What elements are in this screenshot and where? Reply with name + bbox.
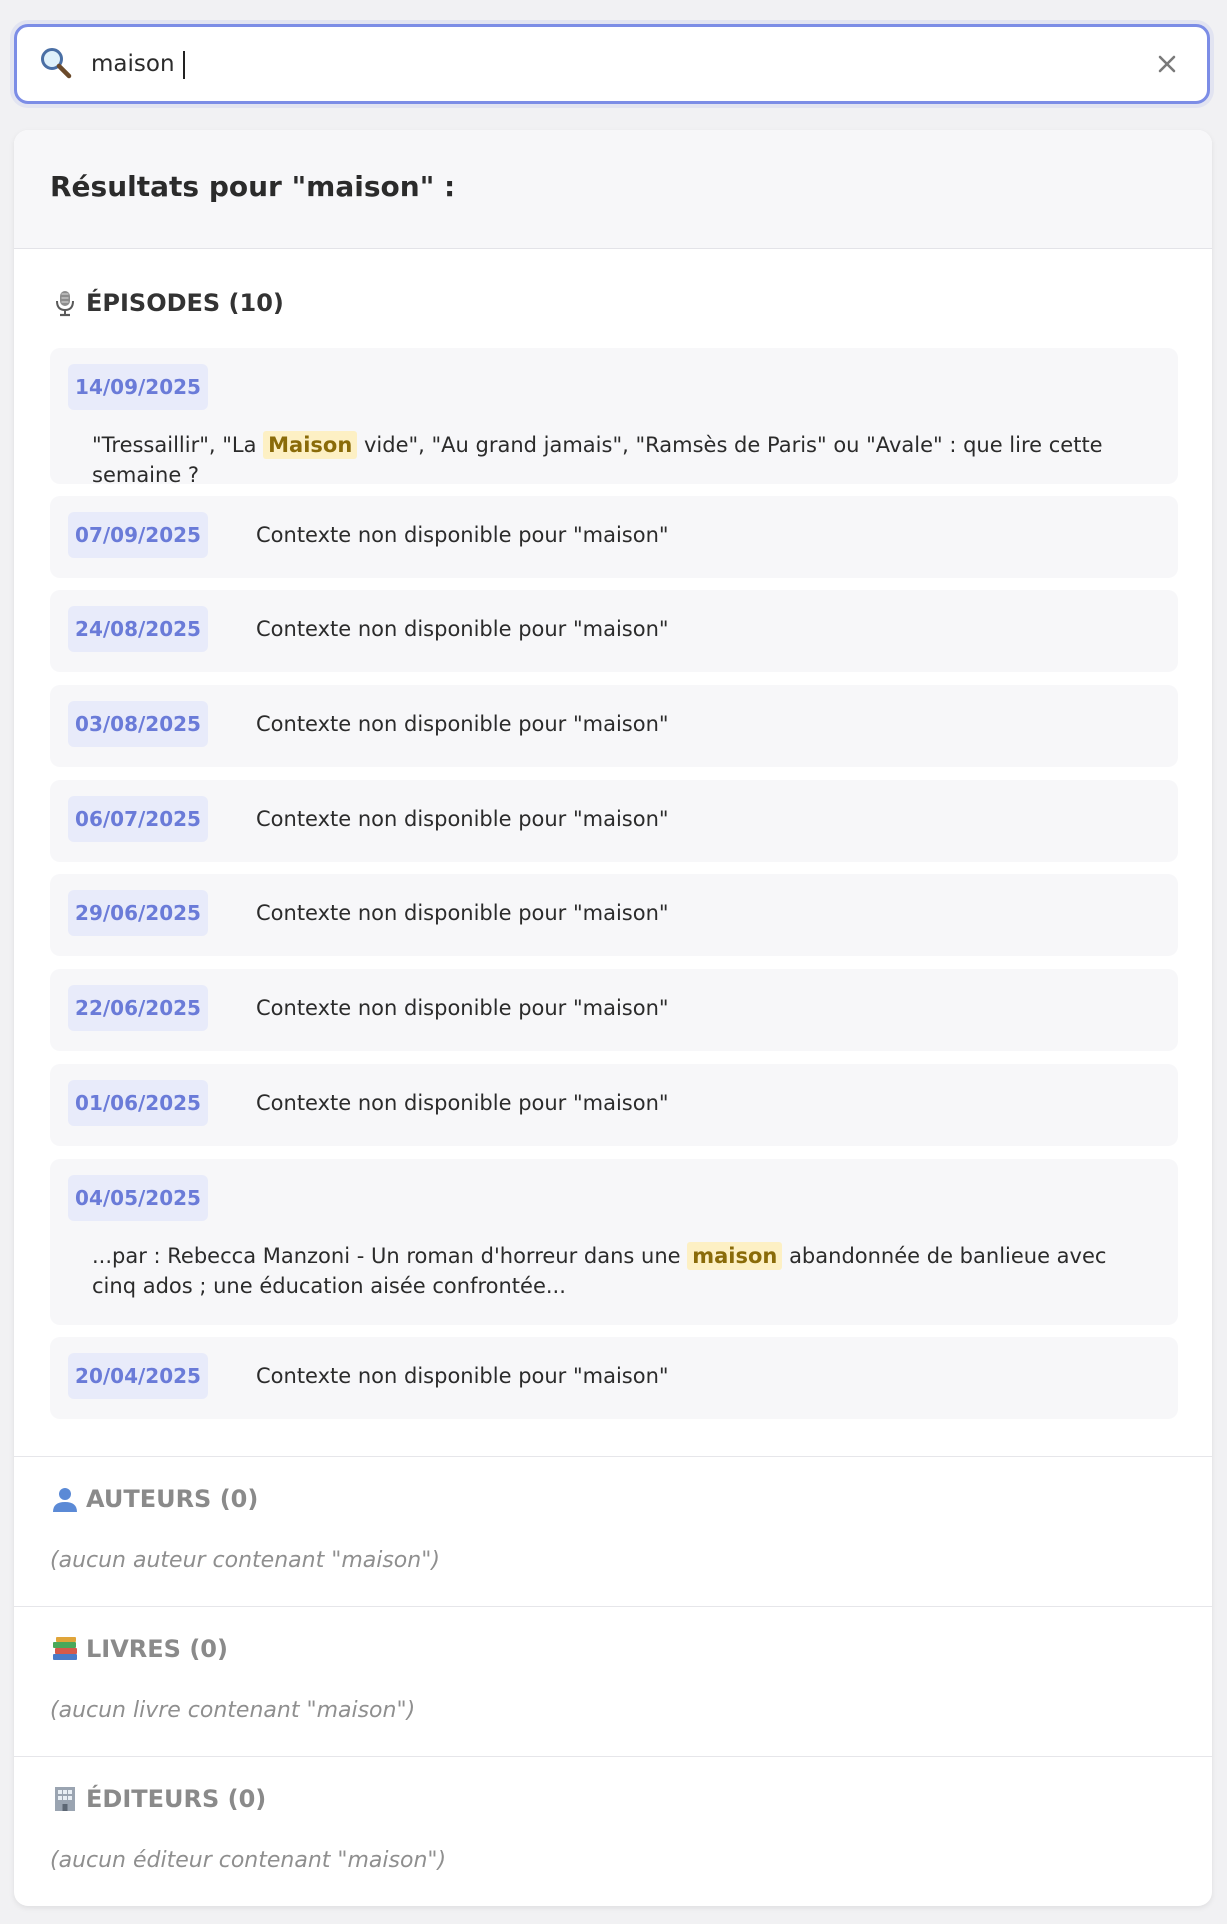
episode-item[interactable]: 22/06/2025 Contexte non disponible pour …: [50, 969, 1178, 1051]
microphone-icon: [56, 291, 74, 317]
results-panel: Résultats pour "maison" : ÉPISODES (10) …: [14, 130, 1212, 1906]
search-icon: [41, 48, 72, 79]
episode-item[interactable]: 01/06/2025 Contexte non disponible pour …: [50, 1064, 1178, 1146]
episode-item[interactable]: 04/05/2025 ...par : Rebecca Manzoni - Un…: [50, 1159, 1178, 1325]
episode-date: 14/09/2025: [68, 364, 208, 410]
publishers-heading-label: ÉDITEURS (0): [86, 1785, 267, 1813]
episode-context: Contexte non disponible pour "maison": [256, 1091, 669, 1115]
results-title: Résultats pour "maison" :: [50, 170, 456, 203]
books-heading: LIVRES (0): [50, 1634, 228, 1664]
episode-date: 01/06/2025: [68, 1080, 208, 1126]
episode-date: 07/09/2025: [68, 512, 208, 558]
results-header: Résultats pour "maison" :: [14, 130, 1212, 249]
episode-context: Contexte non disponible pour "maison": [256, 901, 669, 925]
search-input[interactable]: [91, 40, 1091, 88]
authors-empty-note: (aucun auteur contenant "maison"): [50, 1548, 440, 1573]
authors-heading: AUTEURS (0): [50, 1484, 258, 1514]
publishers-heading: ÉDITEURS (0): [50, 1784, 266, 1814]
books-icon: [53, 1637, 77, 1660]
episode-context: Contexte non disponible pour "maison": [256, 712, 669, 736]
episode-context: ...par : Rebecca Manzoni - Un roman d'ho…: [92, 1242, 1107, 1298]
episode-context: Contexte non disponible pour "maison": [256, 617, 669, 641]
books-empty-note: (aucun livre contenant "maison"): [50, 1698, 416, 1723]
section-divider: [14, 1606, 1212, 1607]
episode-item[interactable]: 14/09/2025 "Tressaillir", "La Maison vid…: [50, 348, 1178, 487]
episode-item[interactable]: 03/08/2025 Contexte non disponible pour …: [50, 685, 1178, 767]
section-divider: [14, 1756, 1212, 1757]
episode-date: 06/07/2025: [68, 796, 208, 842]
episode-context: Contexte non disponible pour "maison": [256, 1364, 669, 1388]
building-icon: [55, 1787, 75, 1811]
episode-item[interactable]: 06/07/2025 Contexte non disponible pour …: [50, 780, 1178, 862]
episode-date: 03/08/2025: [68, 701, 208, 747]
episode-item[interactable]: 24/08/2025 Contexte non disponible pour …: [50, 590, 1178, 672]
search-highlight: Maison: [263, 431, 358, 459]
episodes-heading-label: ÉPISODES (10): [86, 289, 284, 317]
episode-context: Contexte non disponible pour "maison": [256, 996, 669, 1020]
episode-context: Contexte non disponible pour "maison": [256, 523, 669, 547]
episodes-heading: ÉPISODES (10): [50, 288, 284, 318]
close-icon[interactable]: [1153, 50, 1181, 78]
episode-item[interactable]: 20/04/2025 Contexte non disponible pour …: [50, 1337, 1178, 1419]
search-highlight: maison: [687, 1242, 783, 1270]
episode-date: 24/08/2025: [68, 606, 208, 652]
books-heading-label: LIVRES (0): [86, 1635, 228, 1663]
episode-context: Contexte non disponible pour "maison": [256, 807, 669, 831]
episode-date: 22/06/2025: [68, 985, 208, 1031]
episode-date: 20/04/2025: [68, 1353, 208, 1399]
episode-item[interactable]: 07/09/2025 Contexte non disponible pour …: [50, 496, 1178, 578]
person-icon: [53, 1488, 77, 1512]
episode-date: 04/05/2025: [68, 1175, 208, 1221]
section-divider: [14, 1456, 1212, 1457]
authors-heading-label: AUTEURS (0): [86, 1485, 259, 1513]
publishers-empty-note: (aucun éditeur contenant "maison"): [50, 1848, 447, 1873]
episode-item[interactable]: 29/06/2025 Contexte non disponible pour …: [50, 874, 1178, 956]
search-bar: [14, 24, 1210, 104]
episode-context: "Tressaillir", "La Maison vide", "Au gra…: [92, 431, 1103, 487]
episode-date: 29/06/2025: [68, 890, 208, 936]
text-caret: [183, 51, 185, 79]
